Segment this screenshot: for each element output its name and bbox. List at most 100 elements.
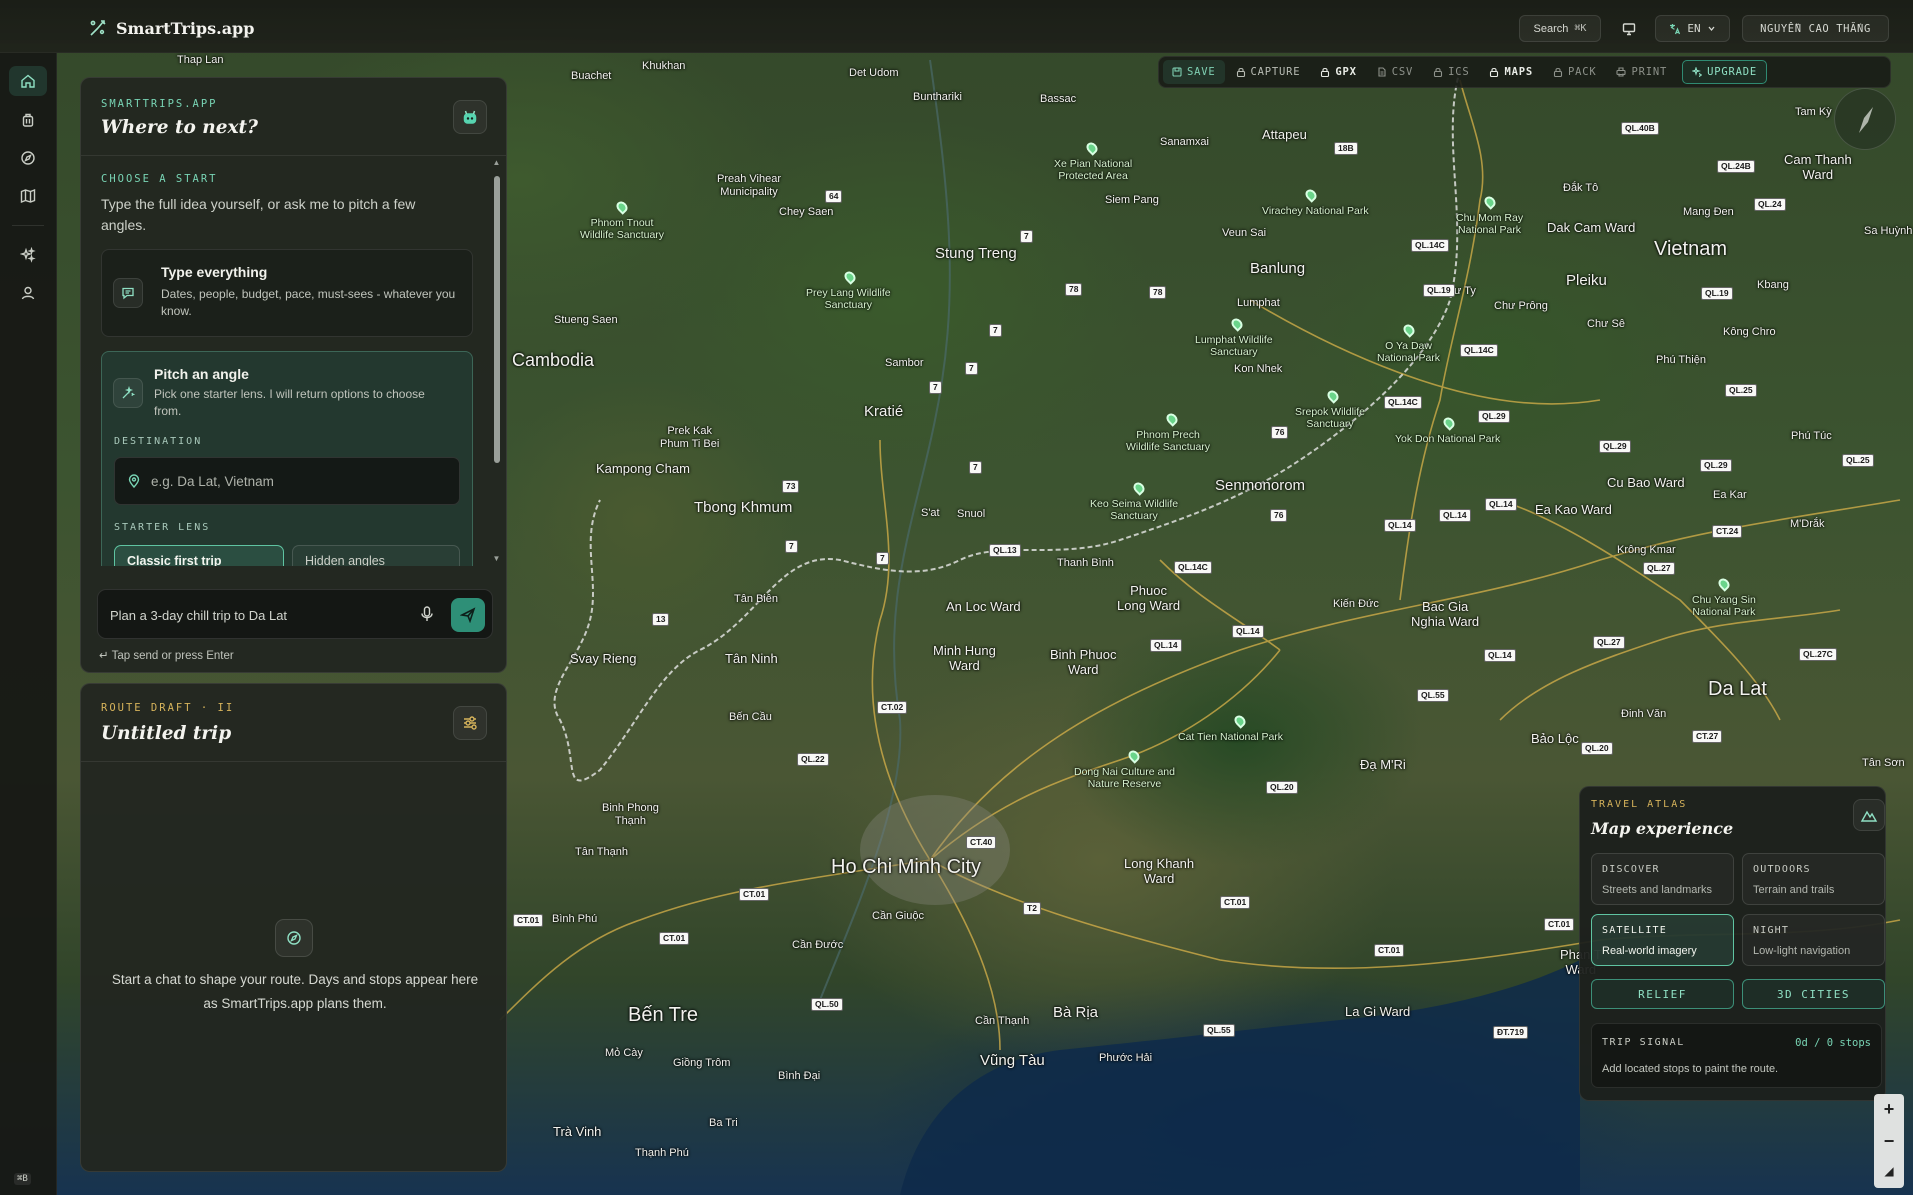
map-label-bassac[interactable]: Bassac	[1040, 93, 1076, 106]
map-label-banlung[interactable]: Banlung	[1250, 260, 1305, 277]
map-label-sa-huynh[interactable]: Sa Huỳnh	[1864, 225, 1912, 238]
mode-discover[interactable]: DISCOVER Streets and landmarks	[1591, 853, 1734, 905]
map-label-la-gi-ward[interactable]: La Gi Ward	[1345, 1004, 1410, 1020]
map-label-long-khanh-ward[interactable]: Long Khanh Ward	[1124, 856, 1194, 887]
map-label-chey-saen[interactable]: Chey Saen	[779, 206, 833, 219]
toolbar-pack-button[interactable]: PACK	[1544, 60, 1606, 84]
map-label-sanamxai[interactable]: Sanamxai	[1160, 136, 1209, 149]
map-label-phu-tuc[interactable]: Phú Túc	[1791, 430, 1832, 443]
terrain-button[interactable]	[1853, 799, 1885, 831]
map-label-kon-nhek[interactable]: Kon Nhek	[1234, 363, 1282, 376]
map-label-svay-rieng[interactable]: Svay Rieng	[570, 651, 636, 667]
toolbar-ics-button[interactable]: ICS	[1424, 60, 1478, 84]
map-label-stung-treng[interactable]: Stung Treng	[935, 245, 1017, 262]
microphone-icon[interactable]	[418, 605, 436, 623]
map-label-vung-tau[interactable]: Vũng Tàu	[980, 1052, 1045, 1069]
map-label-ba-tri[interactable]: Ba Tri	[709, 1117, 738, 1130]
map-label-ea-kao-ward[interactable]: Ea Kao Ward	[1535, 502, 1612, 518]
map-label-phuoc-hai[interactable]: Phước Hải	[1099, 1052, 1152, 1065]
map-label-da-mri[interactable]: Đạ M'Ri	[1360, 757, 1406, 773]
map-label-sambor[interactable]: Sambor	[885, 357, 924, 370]
map-label-ba-ria[interactable]: Bà Rịa	[1053, 1004, 1098, 1021]
map-label-dak-to[interactable]: Đắk Tô	[1563, 182, 1598, 195]
destination-input[interactable]	[151, 464, 451, 498]
map-label-snuol[interactable]: Snuol	[957, 508, 985, 521]
toolbar-upgrade-button[interactable]: UPGRADE	[1682, 60, 1767, 84]
map-park-srepok[interactable]: Srepok Wildlife Sanctuary	[1295, 406, 1365, 430]
rail-trips[interactable]	[9, 105, 47, 135]
map-label-chu-se[interactable]: Chư Sê	[1587, 318, 1625, 331]
map-label-ho-chi-minh-city[interactable]: Ho Chi Minh City	[831, 856, 981, 879]
map-park-phnom-tnout[interactable]: Phnom Tnout Wildlife Sanctuary	[580, 217, 664, 241]
3d-cities-toggle-button[interactable]: 3D CITIES	[1742, 979, 1885, 1009]
map-park-phnom-prech[interactable]: Phnom Prech Wildlife Sanctuary	[1126, 429, 1210, 453]
option-pitch-an-angle[interactable]: Pitch an angle Pick one starter lens. I …	[101, 351, 473, 566]
map-label-dak-cam-ward[interactable]: Dak Cam Ward	[1547, 220, 1635, 236]
map-label-tra-vinh[interactable]: Trà Vinh	[553, 1124, 601, 1140]
scroll-up-arrow-icon[interactable]: ▲	[492, 158, 501, 167]
map-label-tbong-khmum[interactable]: Tbong Khmum	[694, 499, 792, 516]
map-label-veun-sai[interactable]: Veun Sai	[1222, 227, 1266, 240]
lens-hidden-angles[interactable]: Hidden angles	[292, 545, 460, 566]
lens-classic-first-trip[interactable]: Classic first trip	[114, 545, 284, 566]
map-park-chu-yang-sin[interactable]: Chu Yang Sin National Park	[1692, 594, 1756, 618]
search-button[interactable]: Search ⌘K	[1519, 15, 1601, 42]
language-selector[interactable]: EN	[1655, 15, 1730, 42]
scroll-down-arrow-icon[interactable]: ▼	[492, 554, 501, 563]
route-settings-button[interactable]	[453, 706, 487, 740]
zoom-in-button[interactable]: +	[1874, 1094, 1904, 1124]
map-label-tam-ky[interactable]: Tam Kỳ	[1795, 106, 1832, 119]
map-label-pleiku[interactable]: Pleiku	[1566, 272, 1607, 289]
map-label-ben-cau[interactable]: Bến Cầu	[729, 711, 772, 724]
navigation-arrow-icon[interactable]: ◢	[1874, 1156, 1904, 1186]
map-park-chu-mom-ray[interactable]: Chu Mom Ray National Park	[1456, 212, 1523, 236]
toolbar-save-button[interactable]: SAVE	[1163, 60, 1225, 84]
map-label-sat[interactable]: S'at	[921, 507, 940, 520]
zoom-out-button[interactable]: −	[1874, 1126, 1904, 1156]
map-label-can-giuoc[interactable]: Cần Giuộc	[872, 910, 924, 923]
mode-night[interactable]: NIGHT Low-light navigation	[1742, 914, 1885, 966]
map-label-tan-son[interactable]: Tân Sơn	[1862, 757, 1905, 770]
map-label-lumphat[interactable]: Lumphat	[1237, 297, 1280, 310]
map-label-tan-thanh[interactable]: Tân Thạnh	[575, 846, 628, 859]
map-label-cu-bao-ward[interactable]: Cu Bao Ward	[1607, 475, 1685, 491]
map-label-da-lat[interactable]: Da Lat	[1708, 678, 1767, 701]
map-label-senmonorom[interactable]: Senmonorom	[1215, 477, 1305, 494]
map-label-det-udom[interactable]: Det Udom	[849, 67, 899, 80]
map-label-thap-lan[interactable]: Thap Lan	[177, 54, 223, 67]
map-label-attapeu[interactable]: Attapeu	[1262, 127, 1307, 143]
map-park-keo-seima[interactable]: Keo Seima Wildlife Sanctuary	[1090, 498, 1178, 522]
map-park-dong-nai[interactable]: Dong Nai Culture and Nature Reserve	[1074, 766, 1175, 790]
map-label-binh-phong-thanh[interactable]: Binh Phong Thạnh	[602, 802, 659, 827]
map-label-phuoc-long-ward[interactable]: Phuoc Long Ward	[1117, 583, 1180, 614]
map-label-chu-prong[interactable]: Chư Prông	[1494, 300, 1548, 313]
map-label-siem-pang[interactable]: Siem Pang	[1105, 194, 1159, 207]
map-label-binh-phuoc-ward[interactable]: Binh Phuoc Ward	[1050, 647, 1117, 678]
map-label-buachet[interactable]: Buachet	[571, 70, 611, 83]
toolbar-maps-button[interactable]: MAPS	[1480, 60, 1542, 84]
mode-satellite[interactable]: SATELLITE Real-world imagery	[1591, 914, 1734, 966]
map-label-stueng-saen[interactable]: Stueng Saen	[554, 314, 618, 327]
map-label-tan-ninh[interactable]: Tân Ninh	[725, 651, 778, 667]
toolbar-gpx-button[interactable]: GPX	[1311, 60, 1365, 84]
chat-scroll-area[interactable]: CHOOSE A START Type the full idea yourse…	[81, 156, 491, 566]
map-label-khukhan[interactable]: Khukhan	[642, 60, 685, 73]
toolbar-print-button[interactable]: PRINT	[1607, 60, 1676, 84]
map-compass-icon[interactable]	[1834, 88, 1896, 150]
map-park-lumphat[interactable]: Lumphat Wildlife Sanctuary	[1195, 334, 1273, 358]
map-park-cat-tien[interactable]: Cat Tien National Park	[1178, 731, 1283, 743]
map-label-binh-phu[interactable]: Bình Phú	[552, 913, 597, 926]
map-label-kbang[interactable]: Kbang	[1757, 279, 1789, 292]
map-label-krong-kmar[interactable]: Krông Kmar	[1617, 544, 1676, 557]
mode-outdoors[interactable]: OUTDOORS Terrain and trails	[1742, 853, 1885, 905]
map-label-mang-den[interactable]: Mang Đen	[1683, 206, 1734, 219]
map-label-can-duoc[interactable]: Cần Đước	[792, 939, 843, 952]
map-label-kong-chro[interactable]: Kông Chro	[1723, 326, 1776, 339]
map-label-ea-kar[interactable]: Ea Kar	[1713, 489, 1747, 502]
map-label-phu-thien[interactable]: Phú Thiện	[1656, 354, 1706, 367]
map-label-bac-gia-nghia-ward[interactable]: Bac Gia Nghia Ward	[1411, 599, 1479, 630]
map-park-o-ya-daw[interactable]: O Ya Daw National Park	[1377, 340, 1440, 364]
map-park-yok-don[interactable]: Yok Don National Park	[1395, 433, 1500, 445]
map-park-xe-pian[interactable]: Xe Pian National Protected Area	[1054, 158, 1132, 182]
destination-field[interactable]	[114, 457, 460, 505]
